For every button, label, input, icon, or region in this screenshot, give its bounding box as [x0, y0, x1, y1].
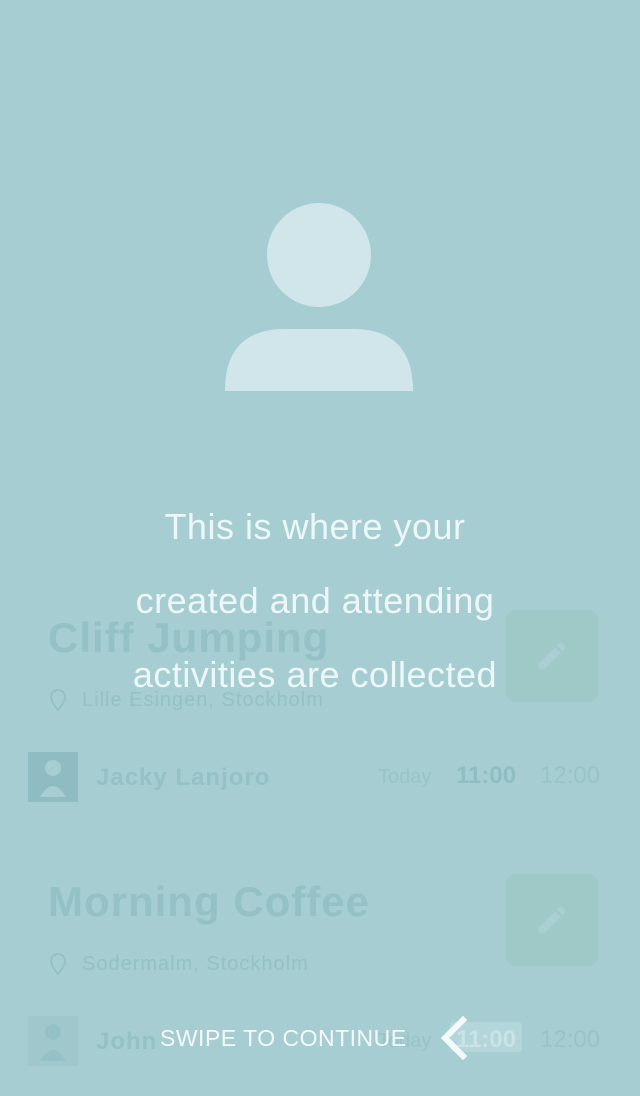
message-line: created and attending [135, 580, 495, 621]
chevron-left-icon[interactable] [437, 1016, 471, 1060]
swipe-label: SWIPE TO CONTINUE [160, 1024, 407, 1051]
onboarding-overlay[interactable]: This is where your created and attending… [0, 0, 640, 1096]
message-line: activities are collected [132, 654, 498, 695]
user-profile-icon [225, 203, 413, 391]
swipe-to-continue[interactable]: SWIPE TO CONTINUE [160, 1016, 471, 1060]
message-line: This is where your [164, 506, 466, 547]
onboarding-message: This is where your created and attending… [80, 490, 550, 712]
